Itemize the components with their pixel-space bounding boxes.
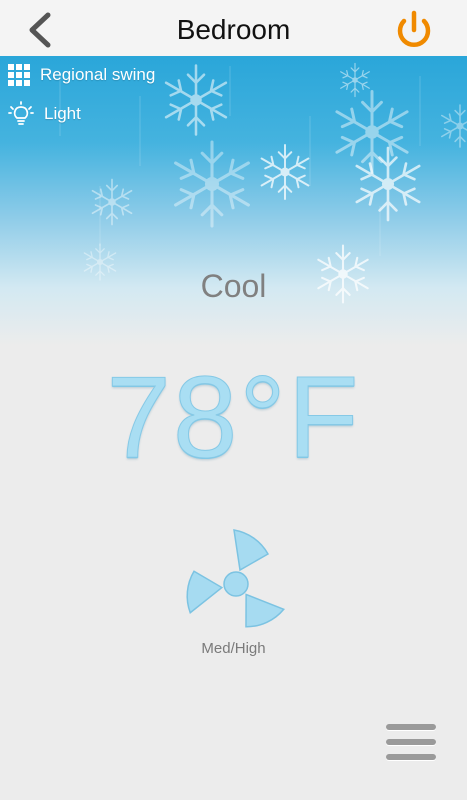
hamburger-menu-icon xyxy=(386,739,436,745)
fan-icon xyxy=(186,529,286,628)
mode-label: Cool xyxy=(200,268,267,304)
light-label: Light xyxy=(44,104,81,123)
hamburger-menu-icon xyxy=(386,724,436,730)
fan-speed-label: Med/High xyxy=(201,640,266,657)
temperature-display: 78°F xyxy=(106,352,361,483)
light-button[interactable]: Light xyxy=(8,100,81,128)
hamburger-menu-icon xyxy=(386,754,436,760)
hamburger-menu-button[interactable] xyxy=(386,724,436,766)
fan-speed-button[interactable] xyxy=(184,528,288,632)
grid-icon xyxy=(8,64,30,86)
light-bulb-icon xyxy=(8,101,34,125)
regional-swing-label: Regional swing xyxy=(40,65,156,84)
power-button[interactable] xyxy=(392,8,436,52)
power-icon xyxy=(397,10,431,48)
regional-swing-button[interactable]: Regional swing xyxy=(8,61,155,89)
top-bar: Bedroom xyxy=(0,0,467,57)
